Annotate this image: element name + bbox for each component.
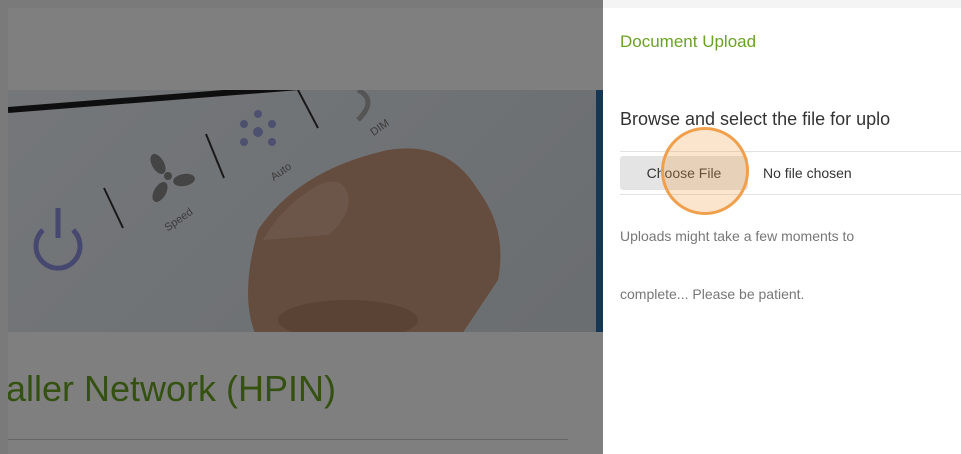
upload-help-text: Uploads might take a few moments to comp… bbox=[620, 207, 960, 323]
modal-backdrop[interactable] bbox=[0, 0, 603, 454]
upload-prompt: Browse and select the file for uplo bbox=[620, 109, 891, 129]
panel-title: Document Upload bbox=[620, 32, 757, 51]
file-status-text: No file chosen bbox=[763, 165, 852, 181]
upload-help-line-1: Uploads might take a few moments to bbox=[620, 228, 855, 244]
document-upload-panel: Document Upload Browse and select the fi… bbox=[603, 8, 961, 454]
click-highlight-indicator bbox=[661, 127, 749, 215]
upload-help-line-2: complete... Please be patient. bbox=[620, 286, 805, 302]
